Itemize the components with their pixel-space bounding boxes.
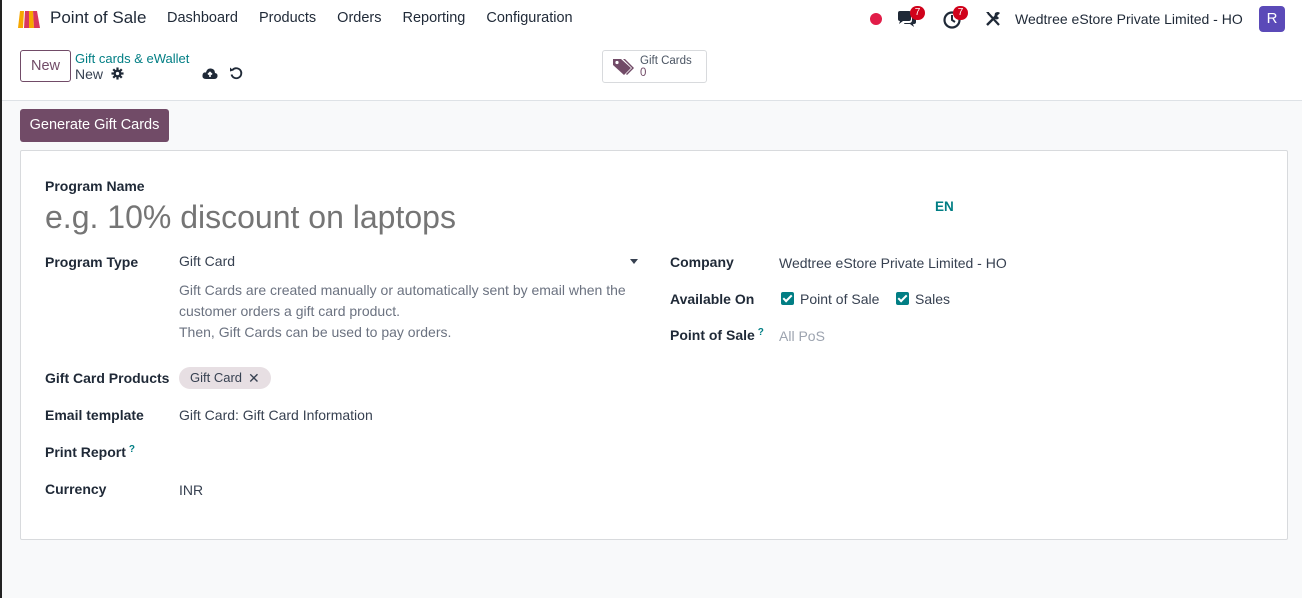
tags-icon — [613, 59, 634, 75]
generate-gift-cards-button[interactable]: Generate Gift Cards — [20, 109, 169, 142]
menu-orders[interactable]: Orders — [337, 10, 381, 26]
available-on-pos-label[interactable]: Point of Sale — [800, 291, 879, 307]
program-name-input[interactable] — [45, 195, 905, 239]
description-line-1: Gift Cards are created manually or autom… — [179, 282, 626, 319]
program-type-label: Program Type — [45, 254, 139, 270]
point-of-sale-logo-icon[interactable] — [16, 8, 42, 30]
email-template-field[interactable]: Gift Card: Gift Card Information — [179, 407, 373, 423]
company-field[interactable]: Wedtree eStore Private Limited - HO — [779, 255, 1007, 271]
company-label: Company — [670, 254, 734, 270]
smart-button-count: 0 — [640, 67, 647, 79]
breadcrumb-current: New — [75, 66, 104, 82]
print-report-label: Print Report? — [45, 444, 135, 460]
breadcrumb-parent-link[interactable]: Gift cards & eWallet — [75, 51, 189, 66]
available-on-pos-checkbox[interactable] — [781, 292, 794, 305]
point-of-sale-field[interactable]: All PoS — [779, 328, 825, 344]
debug-tools-icon[interactable] — [984, 10, 1002, 28]
menu-reporting[interactable]: Reporting — [403, 10, 466, 26]
chat-count-badge: 7 — [910, 6, 925, 20]
control-panel: New Gift cards & eWallet New Gift Cards … — [2, 38, 1302, 101]
help-icon[interactable]: ? — [758, 327, 764, 338]
remove-tag-icon[interactable]: ✕ — [248, 367, 260, 389]
gift-cards-smart-button[interactable]: Gift Cards 0 — [602, 50, 707, 83]
currency-label: Currency — [45, 481, 107, 497]
description-line-2: Then, Gift Cards can be used to pay orde… — [179, 324, 452, 340]
user-avatar[interactable]: R — [1259, 6, 1285, 32]
print-report-field[interactable] — [179, 444, 579, 462]
main-menu: Dashboard Products Orders Reporting Conf… — [167, 10, 594, 26]
gear-icon[interactable] — [111, 67, 124, 80]
tag-label: Gift Card — [190, 370, 243, 385]
program-name-label: Program Name — [45, 178, 145, 194]
company-switcher[interactable]: Wedtree eStore Private Limited - HO — [1015, 11, 1243, 27]
print-report-label-text: Print Report — [45, 444, 126, 460]
program-type-select[interactable]: Gift Card — [179, 253, 641, 273]
currency-field[interactable]: INR — [179, 482, 203, 498]
program-type-description: Gift Cards are created manually or autom… — [179, 280, 649, 343]
save-cloud-icon[interactable] — [202, 67, 218, 80]
record-dot-icon[interactable] — [870, 13, 882, 25]
gift-card-product-tag: Gift Card ✕ — [179, 367, 271, 389]
help-icon[interactable]: ? — [129, 444, 135, 455]
top-navbar: Point of Sale Dashboard Products Orders … — [2, 0, 1302, 38]
activity-count-badge: 7 — [953, 6, 968, 20]
gift-card-products-label: Gift Card Products — [45, 370, 170, 386]
chevron-down-icon[interactable] — [630, 259, 638, 264]
menu-dashboard[interactable]: Dashboard — [167, 10, 238, 26]
new-button[interactable]: New — [20, 50, 71, 82]
point-of-sale-label-text: Point of Sale — [670, 327, 755, 343]
available-on-sales-checkbox[interactable] — [896, 292, 909, 305]
available-on-label: Available On — [670, 291, 755, 307]
form-sheet: Program Name EN Program Type Gift Card G… — [20, 150, 1288, 540]
discard-undo-icon[interactable] — [229, 66, 243, 80]
point-of-sale-label: Point of Sale? — [670, 327, 764, 343]
menu-configuration[interactable]: Configuration — [486, 10, 572, 26]
app-name[interactable]: Point of Sale — [50, 8, 146, 28]
menu-products[interactable]: Products — [259, 10, 316, 26]
language-button[interactable]: EN — [935, 199, 954, 214]
email-template-label: Email template — [45, 407, 144, 423]
smart-button-label: Gift Cards — [640, 55, 692, 67]
available-on-sales-label[interactable]: Sales — [915, 291, 950, 307]
